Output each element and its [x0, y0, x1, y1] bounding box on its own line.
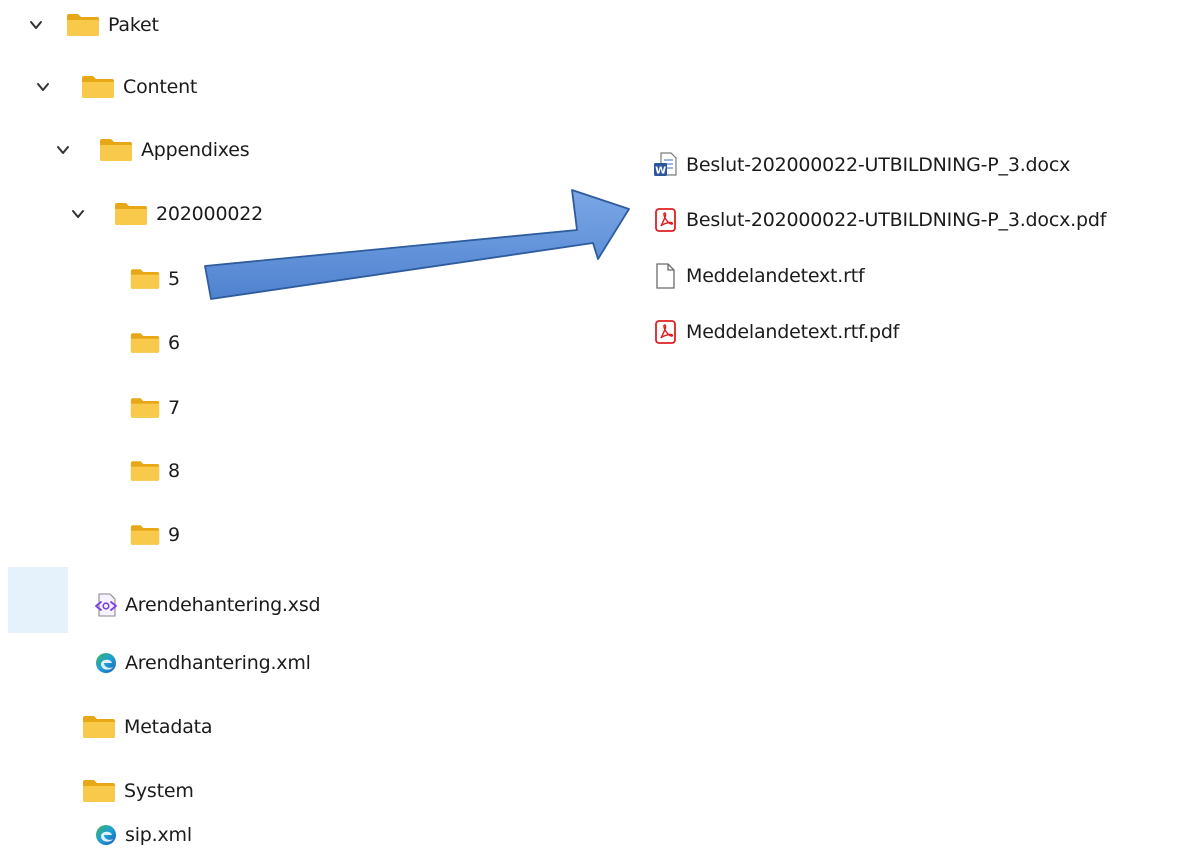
blank-file-icon — [652, 262, 678, 290]
file-item-rtf[interactable]: Meddelandetext.rtf — [652, 261, 865, 291]
word-doc-icon — [652, 151, 678, 179]
file-item-label: Beslut-202000022-UTBILDNING-P_3.docx.pdf — [686, 209, 1107, 231]
file-item-label: Meddelandetext.rtf — [686, 265, 865, 287]
file-item-label: Meddelandetext.rtf.pdf — [686, 321, 900, 343]
pdf-icon — [652, 318, 678, 346]
arrow-annotation — [204, 189, 630, 300]
pdf-icon — [652, 206, 678, 234]
file-item-label: Beslut-202000022-UTBILDNING-P_3.docx — [686, 154, 1071, 176]
file-item-rtf-pdf[interactable]: Meddelandetext.rtf.pdf — [652, 317, 899, 347]
file-item-docx-pdf[interactable]: Beslut-202000022-UTBILDNING-P_3.docx.pdf — [652, 205, 1106, 235]
file-explorer-screenshot: W — [0, 0, 1184, 854]
file-item-docx[interactable]: Beslut-202000022-UTBILDNING-P_3.docx — [652, 150, 1070, 180]
